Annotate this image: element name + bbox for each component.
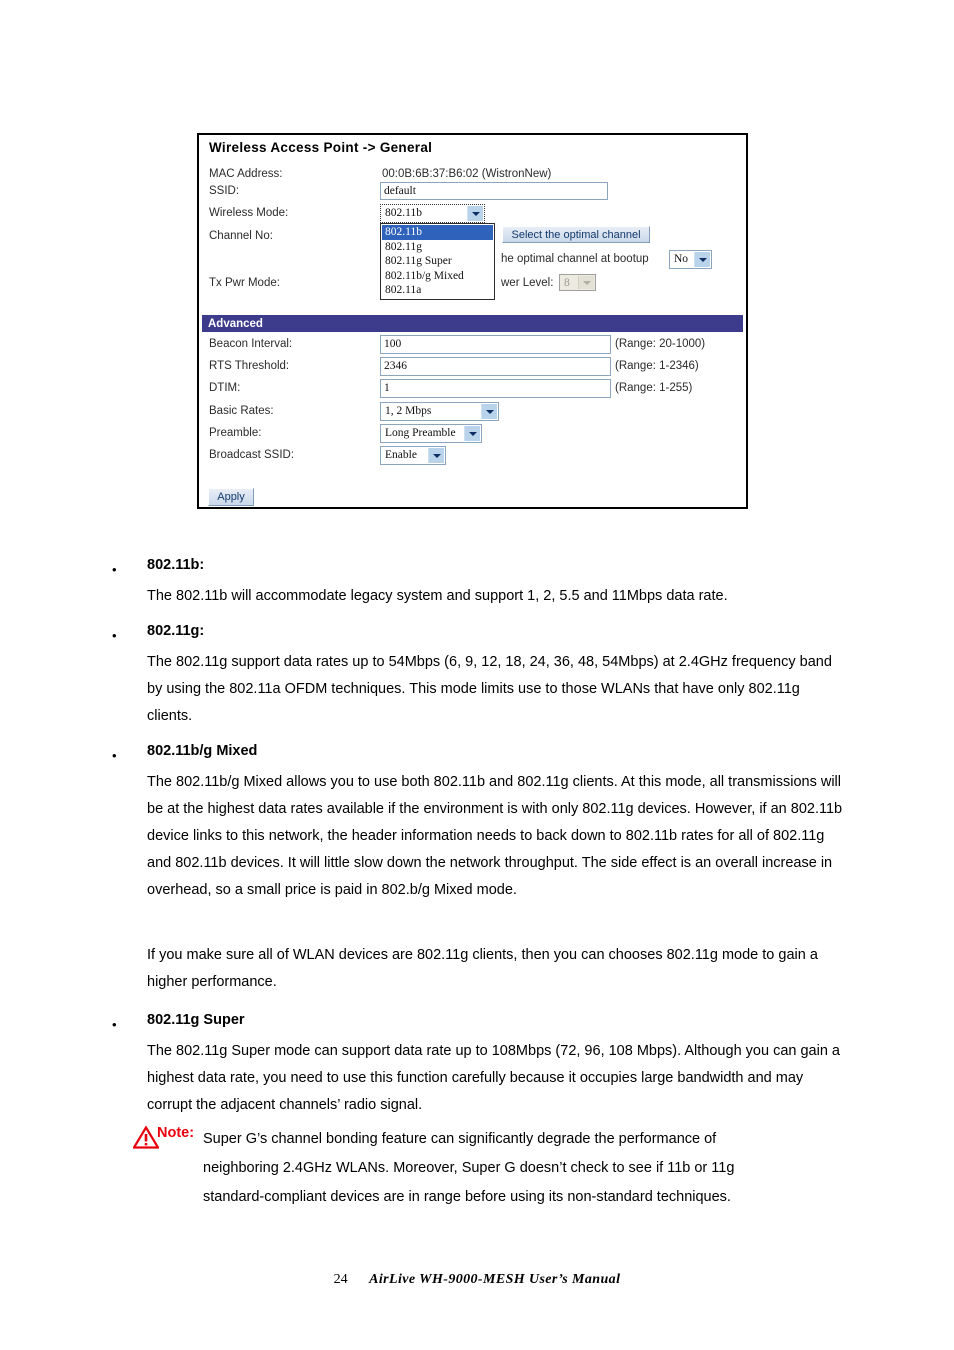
page-title: Wireless Access Point -> General	[209, 140, 433, 155]
section-heading-80211b: 802.11b:	[147, 557, 205, 573]
dtim-input[interactable]: 1	[380, 379, 611, 398]
section-heading-80211g: 802.11g:	[147, 623, 205, 639]
broadcast-ssid-value: Enable	[385, 449, 417, 461]
apply-button[interactable]: Apply	[208, 488, 254, 506]
power-level-label: wer Level:	[501, 277, 554, 289]
rts-threshold-range: (Range: 1-2346)	[615, 360, 699, 372]
preamble-select[interactable]: Long Preamble	[380, 424, 482, 443]
wireless-mode-label: Wireless Mode:	[209, 207, 289, 219]
section-paragraph-80211g: The 802.11g support data rates up to 54M…	[147, 654, 832, 724]
note-text: Super G’s channel bonding feature can si…	[203, 1125, 853, 1212]
chevron-down-icon[interactable]	[481, 404, 497, 419]
dropdown-option-80211g[interactable]: 802.11g	[382, 240, 493, 255]
bullet-glyph: •	[112, 628, 117, 643]
footer-manual-title: AirLive WH-9000-MESH User’s Manual	[369, 1272, 621, 1287]
rts-threshold-label: RTS Threshold:	[209, 360, 290, 372]
chevron-down-icon[interactable]	[694, 252, 710, 267]
ssid-label: SSID:	[209, 185, 240, 197]
broadcast-ssid-label: Broadcast SSID:	[209, 449, 295, 461]
basic-rates-label: Basic Rates:	[209, 405, 274, 417]
page-footer: 24 AirLive WH-9000-MESH User’s Manual	[0, 1272, 954, 1288]
router-admin-screenshot: Wireless Access Point -> General MAC Add…	[197, 133, 748, 509]
dtim-label: DTIM:	[209, 382, 241, 394]
note-line-3: standard-compliant devices are in range …	[203, 1189, 731, 1205]
tx-pwr-mode-label: Tx Pwr Mode:	[209, 277, 280, 289]
beacon-interval-label: Beacon Interval:	[209, 338, 293, 350]
dropdown-option-80211b[interactable]: 802.11b	[382, 225, 493, 240]
mac-address-value: 00:0B:6B:37:B6:02 (WistronNew)	[382, 168, 552, 180]
note-line-1: Super G’s channel bonding feature can si…	[203, 1131, 717, 1147]
basic-rates-value: 1, 2 Mbps	[385, 405, 432, 417]
ssid-input[interactable]: default	[380, 182, 608, 200]
select-optimal-channel-button[interactable]: Select the optimal channel	[502, 226, 650, 243]
channel-no-label: Channel No:	[209, 230, 273, 242]
advanced-section-header: Advanced	[202, 315, 743, 332]
broadcast-ssid-select[interactable]: Enable	[380, 446, 446, 465]
wireless-mode-dropdown-list[interactable]: 802.11b 802.11g 802.11g Super 802.11b/g …	[380, 223, 495, 300]
dropdown-option-80211bg-mixed[interactable]: 802.11b/g Mixed	[382, 269, 493, 284]
dropdown-option-80211a[interactable]: 802.11a	[382, 283, 493, 298]
basic-rates-select[interactable]: 1, 2 Mbps	[380, 402, 499, 421]
section-paragraph-80211bg-mixed-1: The 802.11b/g Mixed allows you to use bo…	[147, 774, 843, 898]
dropdown-option-80211g-super[interactable]: 802.11g Super	[382, 254, 493, 269]
bootup-select[interactable]: No	[669, 250, 712, 269]
beacon-interval-input[interactable]: 100	[380, 335, 611, 354]
power-level-value: 8	[564, 277, 570, 289]
footer-page-number: 24	[333, 1272, 348, 1287]
optimal-channel-bootup-text: he optimal channel at bootup	[501, 253, 649, 265]
chevron-down-icon[interactable]	[467, 206, 483, 221]
section-paragraph-80211g-super: The 802.11g Super mode can support data …	[147, 1043, 840, 1113]
bullet-glyph: •	[112, 1017, 117, 1032]
rts-threshold-input[interactable]: 2346	[380, 357, 611, 376]
chevron-down-icon[interactable]	[464, 426, 480, 441]
note-line-2: neighboring 2.4GHz WLANs. Moreover, Supe…	[203, 1160, 735, 1176]
mac-address-label: MAC Address:	[209, 168, 283, 180]
preamble-value: Long Preamble	[385, 427, 456, 439]
dtim-range: (Range: 1-255)	[615, 382, 693, 394]
section-paragraph-80211bg-mixed-2: If you make sure all of WLAN devices are…	[147, 947, 818, 990]
wireless-mode-selected-value: 802.11b	[385, 207, 422, 219]
bullet-glyph: •	[112, 748, 117, 763]
power-level-select: 8	[559, 274, 596, 291]
chevron-down-icon	[578, 276, 594, 289]
wireless-mode-select[interactable]: 802.11b	[380, 204, 485, 223]
note-label: Note:	[157, 1125, 195, 1141]
section-paragraph-80211b: The 802.11b will accommodate legacy syst…	[147, 588, 728, 604]
beacon-interval-range: (Range: 20-1000)	[615, 338, 706, 350]
section-heading-80211bg-mixed: 802.11b/g Mixed	[147, 743, 258, 759]
bullet-glyph: •	[112, 562, 117, 577]
chevron-down-icon[interactable]	[428, 448, 444, 463]
preamble-label: Preamble:	[209, 427, 262, 439]
warning-triangle-icon	[133, 1126, 159, 1149]
bootup-selected-value: No	[674, 253, 689, 265]
section-heading-80211g-super: 802.11g Super	[147, 1012, 245, 1028]
